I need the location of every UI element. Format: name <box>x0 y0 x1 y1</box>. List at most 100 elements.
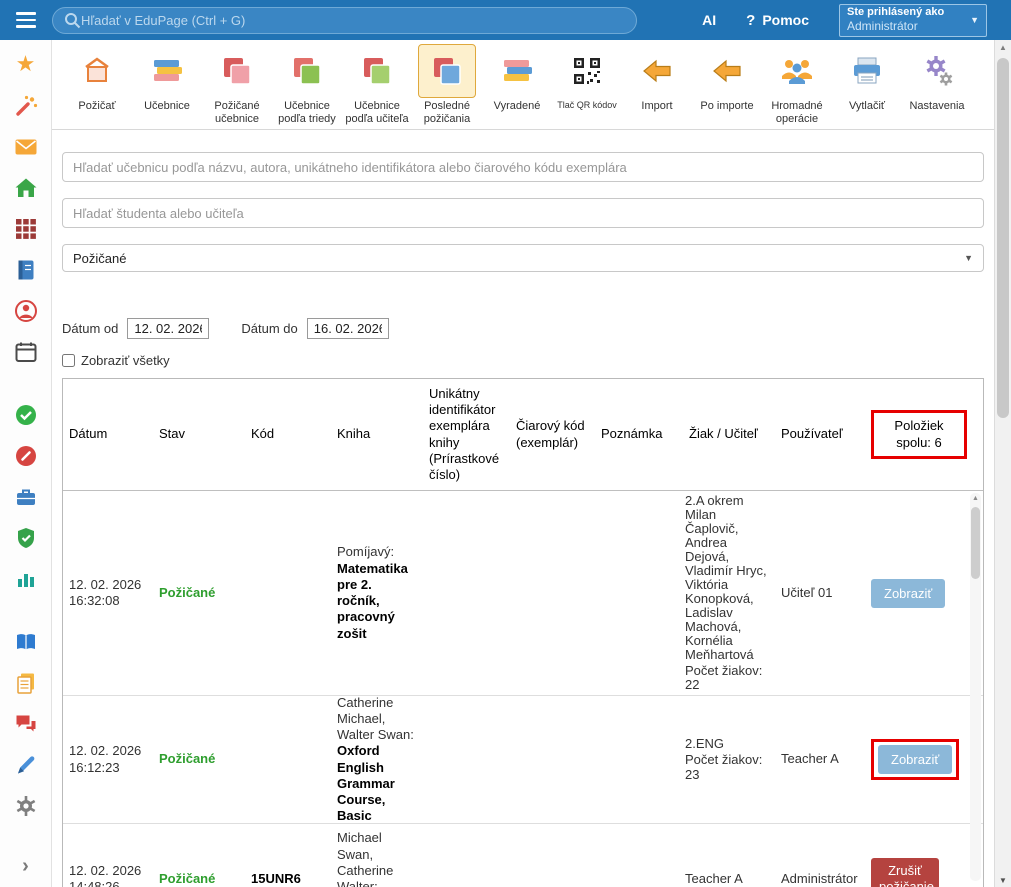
table-scrollbar-thumb[interactable] <box>971 507 980 579</box>
toolbar-item-posledne-pozicania[interactable]: Posledné požičania <box>412 44 482 126</box>
sidebar-item-wizard[interactable] <box>0 93 51 119</box>
sidebar-item-attendance[interactable] <box>0 402 51 428</box>
sidebar-item-calendar[interactable] <box>0 339 51 365</box>
date-to-input[interactable] <box>307 318 389 339</box>
toolbar-item-pozicat[interactable]: Požičať <box>62 44 132 113</box>
sidebar-item-notebook[interactable] <box>0 257 51 283</box>
sidebar-item-lessons[interactable] <box>0 443 51 469</box>
after-import-arrow-icon <box>698 44 756 98</box>
student-count: Počet žiakov: 22 <box>685 664 773 692</box>
table-row: 12. 02. 2026 14:48:26 Požičané 15UNR6 Mi… <box>63 824 983 887</box>
class-students: Teacher A <box>685 872 773 886</box>
ai-button[interactable]: AI <box>702 12 716 28</box>
show-all-checkbox[interactable] <box>62 354 75 367</box>
col-header-ciarovy-kod[interactable]: Čiarový kód (exemplár) <box>510 416 595 453</box>
col-header-pouzivatel[interactable]: Používateľ <box>775 424 865 444</box>
cell-stav: Požičané <box>153 583 245 603</box>
table-row: 12. 02. 2026 16:32:08 Požičané Pomíjavý:… <box>63 491 983 696</box>
sidebar-item-settings[interactable] <box>0 793 51 819</box>
sidebar-item-library[interactable] <box>0 629 51 655</box>
book-author: Michael Swan, Catherine Walter: <box>337 830 417 887</box>
borrowed-books-icon <box>208 44 266 98</box>
toolbar-item-hromadne-operacie[interactable]: Hromadné operácie <box>762 44 832 126</box>
scroll-up-icon[interactable]: ▲ <box>995 40 1011 56</box>
cell-action: Zobraziť <box>865 577 983 610</box>
sidebar-item-chat[interactable] <box>0 711 51 737</box>
scroll-up-icon[interactable]: ▲ <box>970 493 981 505</box>
sidebar-expand-button[interactable]: › <box>0 853 51 879</box>
sidebar-item-messages[interactable] <box>0 134 51 160</box>
sidebar-item-results[interactable] <box>0 566 51 592</box>
status-filter-value: Požičané <box>73 251 964 266</box>
scroll-down-icon[interactable]: ▼ <box>995 876 1011 885</box>
toolbar-item-tlac-qr-kodov[interactable]: Tlač QR kódov <box>552 44 622 111</box>
show-button[interactable]: Zobraziť <box>878 745 952 774</box>
cell-datum: 12. 02. 2026 16:12:23 <box>63 741 153 778</box>
toolbar-item-ucebnice-podla-ucitela[interactable]: Učebnice podľa učiteľa <box>342 44 412 126</box>
col-header-unikatny-identifikator[interactable]: Unikátny identifikátor exemplára knihy (… <box>423 384 510 486</box>
cell-ciarovy <box>510 877 595 881</box>
cell-poznamka <box>595 758 683 762</box>
col-header-kniha[interactable]: Kniha <box>331 424 423 444</box>
sidebar-item-documents[interactable] <box>0 670 51 696</box>
cell-poznamka <box>595 877 683 881</box>
col-header-ziak-ucitel[interactable]: Žiak / Učiteľ <box>683 424 775 444</box>
toolbar-item-po-importe[interactable]: Po importe <box>692 44 762 113</box>
sidebar-item-timetable[interactable] <box>0 216 51 242</box>
sidebar-item-editor[interactable] <box>0 752 51 778</box>
toolbar-item-vytlacit[interactable]: Vytlačiť <box>832 44 902 113</box>
show-button[interactable]: Zobraziť <box>871 579 945 608</box>
window-scrollbar-thumb[interactable] <box>997 58 1009 418</box>
show-all-label: Zobraziť všetky <box>81 353 170 368</box>
menu-icon[interactable] <box>0 12 52 28</box>
book-author: Pomíjavý: <box>337 544 417 560</box>
timetable-grid-icon <box>15 218 37 240</box>
books-by-class-icon <box>278 44 336 98</box>
cell-poznamka <box>595 591 683 595</box>
toolbar-item-ucebnice[interactable]: Učebnice <box>132 44 202 113</box>
col-header-stav[interactable]: Stav <box>153 424 245 444</box>
date-from-input[interactable] <box>127 318 209 339</box>
col-header-datum[interactable]: Dátum ▼ <box>63 424 153 444</box>
magic-wand-icon <box>14 94 38 118</box>
col-header-kod[interactable]: Kód <box>245 424 331 444</box>
window-scrollbar[interactable]: ▲ ▼ <box>994 40 1011 887</box>
help-button[interactable]: ? Pomoc <box>746 12 809 29</box>
cell-unikatny <box>423 758 510 762</box>
cell-action: Zobraziť <box>865 737 983 782</box>
cancel-loan-button[interactable]: Zrušiť požičanie <box>871 858 939 887</box>
sidebar-item-profile[interactable] <box>0 298 51 324</box>
annotation-box-items-total: Položiek spolu: 6 <box>871 410 967 459</box>
lend-book-icon <box>68 44 126 98</box>
sidebar-item-favorites[interactable]: ★ <box>0 52 51 78</box>
table-header-row: Dátum ▼ Stav Kód Kniha Unikátny identifi… <box>63 379 983 491</box>
global-search[interactable] <box>52 7 637 34</box>
person-search-input[interactable] <box>62 198 984 228</box>
toolbar-item-import[interactable]: Import <box>622 44 692 113</box>
user-menu[interactable]: Ste prihlásený ako Administrátor ▼ <box>839 4 987 37</box>
date-from-label: Dátum od <box>62 321 118 336</box>
status-filter-select[interactable]: Požičané ▼ <box>62 244 984 272</box>
col-header-poznamka[interactable]: Poznámka <box>595 424 683 444</box>
toolbar-item-nastavenia[interactable]: Nastavenia <box>902 44 972 113</box>
toolbar-item-label: Posledné požičania <box>412 100 482 126</box>
global-search-input[interactable] <box>81 13 625 28</box>
open-book-icon <box>14 630 38 654</box>
sidebar-item-agenda[interactable] <box>0 484 51 510</box>
cell-stav: Požičané <box>153 869 245 887</box>
user-role: Administrátor <box>847 19 970 34</box>
toolbar-item-vyradene[interactable]: Vyradené <box>482 44 552 113</box>
toolbar-item-ucebnice-podla-triedy[interactable]: Učebnice podľa triedy <box>272 44 342 126</box>
toolbar-item-label: Hromadné operácie <box>762 100 832 126</box>
chat-bubbles-icon <box>14 712 38 736</box>
cell-kniha: Catherine Michael, Walter Swan: Oxford E… <box>331 693 423 827</box>
cell-stav: Požičané <box>153 749 245 769</box>
briefcase-icon <box>14 485 38 509</box>
sidebar-item-security[interactable] <box>0 525 51 551</box>
table-scrollbar[interactable]: ▲ <box>970 493 981 881</box>
sidebar-item-home[interactable] <box>0 175 51 201</box>
book-search-input[interactable] <box>62 152 984 182</box>
table-row: 12. 02. 2026 16:12:23 Požičané Catherine… <box>63 696 983 824</box>
date-to-label: Dátum do <box>241 321 297 336</box>
toolbar-item-pozicane-ucebnice[interactable]: Požičané učebnice <box>202 44 272 126</box>
